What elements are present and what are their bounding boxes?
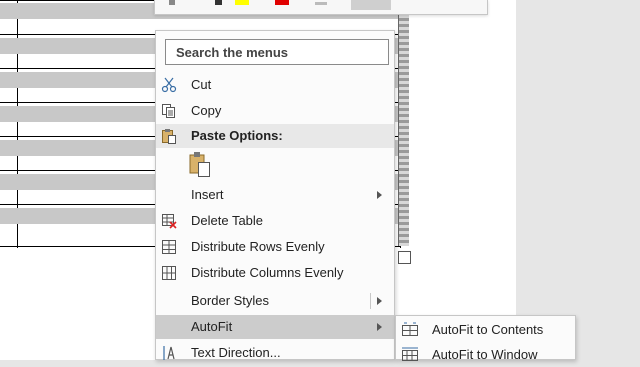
chevron-right-icon xyxy=(377,191,382,199)
autofit-submenu: AutoFit to Contents AutoFit to Window xyxy=(395,315,576,362)
clipboard-icon xyxy=(189,152,210,177)
clipboard-icon xyxy=(161,128,179,144)
delete-table-icon xyxy=(161,213,179,229)
menu-item-label: AutoFit xyxy=(191,319,233,334)
context-menu: Search the menus Cut Copy Paste Options:… xyxy=(155,30,395,360)
copy-icon xyxy=(161,103,179,119)
menu-item-border-styles[interactable]: Border Styles xyxy=(156,289,394,313)
menu-item-label: Border Styles xyxy=(191,293,270,308)
menu-item-distribute-rows[interactable]: Distribute Rows Evenly xyxy=(156,235,394,259)
menu-item-autofit-window[interactable]: AutoFit to Window xyxy=(396,343,575,367)
table-resize-handle[interactable] xyxy=(398,251,411,264)
split-divider xyxy=(370,293,371,309)
paste-options-header: Paste Options: xyxy=(156,124,394,148)
paste-keep-formatting-button[interactable] xyxy=(187,151,213,179)
chevron-right-icon xyxy=(377,323,382,331)
distribute-columns-icon xyxy=(161,265,179,281)
menu-item-label: Delete Table xyxy=(191,213,264,228)
toolbar-glyph[interactable] xyxy=(169,0,175,5)
menu-item-label: Distribute Rows Evenly xyxy=(191,239,325,254)
menu-item-label: Text Direction... xyxy=(191,345,281,360)
menu-item-delete-table[interactable]: Delete Table xyxy=(156,209,394,233)
menu-item-label: Copy xyxy=(191,103,222,118)
toolbar-selected-button[interactable] xyxy=(351,0,391,10)
autofit-contents-icon xyxy=(401,322,419,338)
menu-item-label: Cut xyxy=(191,77,212,92)
text-direction-icon xyxy=(161,345,179,361)
menu-item-label: Distribute Columns Evenly xyxy=(191,265,344,280)
paste-options-label: Paste Options: xyxy=(191,128,283,143)
menu-item-cut[interactable]: Cut xyxy=(156,73,394,97)
menu-item-autofit-contents[interactable]: AutoFit to Contents xyxy=(396,318,575,342)
menu-item-copy[interactable]: Copy xyxy=(156,99,394,123)
toolbar-glyph[interactable] xyxy=(315,2,327,5)
menu-item-text-direction[interactable]: Text Direction... xyxy=(156,341,394,365)
highlight-color-swatch[interactable] xyxy=(235,0,249,5)
toolbar-glyph[interactable] xyxy=(215,0,222,5)
menu-item-label: Insert xyxy=(191,187,224,202)
menu-item-label: AutoFit to Contents xyxy=(432,322,544,337)
menu-item-autofit[interactable]: AutoFit xyxy=(156,315,394,339)
chevron-right-icon[interactable] xyxy=(377,297,382,305)
distribute-rows-icon xyxy=(161,239,179,255)
font-color-swatch[interactable] xyxy=(275,0,289,5)
scissors-icon xyxy=(161,77,179,93)
mini-toolbar xyxy=(154,0,488,15)
menu-item-insert[interactable]: Insert xyxy=(156,183,394,207)
table-column-selection[interactable] xyxy=(398,0,409,246)
autofit-window-icon xyxy=(401,347,419,363)
search-menus-input[interactable]: Search the menus xyxy=(165,39,389,65)
menu-item-distribute-columns[interactable]: Distribute Columns Evenly xyxy=(156,261,394,285)
